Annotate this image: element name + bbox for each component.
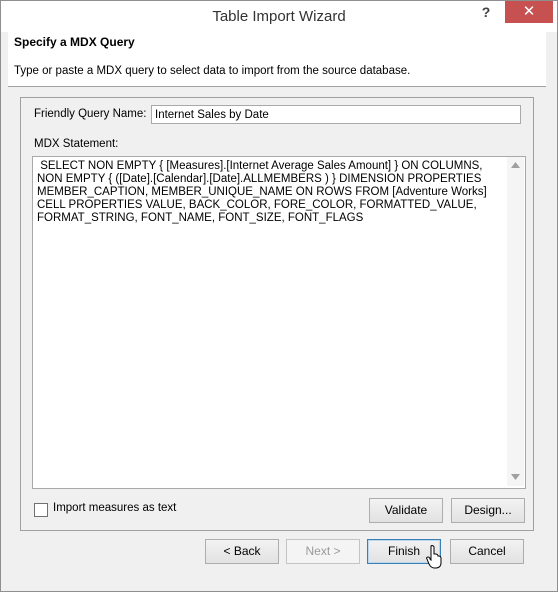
mdx-query-panel: Friendly Query Name: MDX Statement: SELE… (20, 97, 534, 531)
up-arrow-icon (511, 162, 520, 168)
mdx-statement-label: MDX Statement: (34, 138, 119, 150)
import-measures-checkbox-row[interactable]: Import measures as text (34, 502, 234, 518)
close-button[interactable]: ✕ (505, 1, 553, 23)
title-bar: Table Import Wizard ? ✕ (1, 1, 557, 32)
scroll-down-button[interactable] (507, 469, 524, 486)
validate-button[interactable]: Validate (369, 498, 443, 523)
close-icon: ✕ (522, 3, 536, 20)
scroll-up-button[interactable] (507, 157, 524, 174)
mdx-scrollbar[interactable] (507, 157, 524, 486)
page-description: Type or paste a MDX query to select data… (14, 65, 411, 77)
mouse-pointer-icon (426, 545, 442, 569)
page-title: Specify a MDX Query (14, 35, 135, 49)
mdx-statement-box: SELECT NON EMPTY { [Measures].[Internet … (32, 156, 526, 489)
next-button[interactable]: Next > (286, 539, 360, 564)
table-import-wizard-window: Table Import Wizard ? ✕ Specify a MDX Qu… (0, 0, 558, 592)
down-arrow-icon (511, 474, 520, 480)
friendly-name-label: Friendly Query Name: (34, 108, 147, 120)
mdx-statement-input[interactable]: SELECT NON EMPTY { [Measures].[Internet … (35, 159, 505, 484)
design-button[interactable]: Design... (451, 498, 525, 523)
friendly-name-input[interactable] (151, 105, 521, 124)
import-measures-checkbox[interactable] (34, 503, 48, 517)
back-button[interactable]: < Back (205, 539, 279, 564)
cancel-button[interactable]: Cancel (450, 539, 524, 564)
import-measures-label: Import measures as text (53, 502, 177, 514)
wizard-header: Specify a MDX Query Type or paste a MDX … (8, 32, 546, 87)
help-button[interactable]: ? (469, 1, 503, 23)
